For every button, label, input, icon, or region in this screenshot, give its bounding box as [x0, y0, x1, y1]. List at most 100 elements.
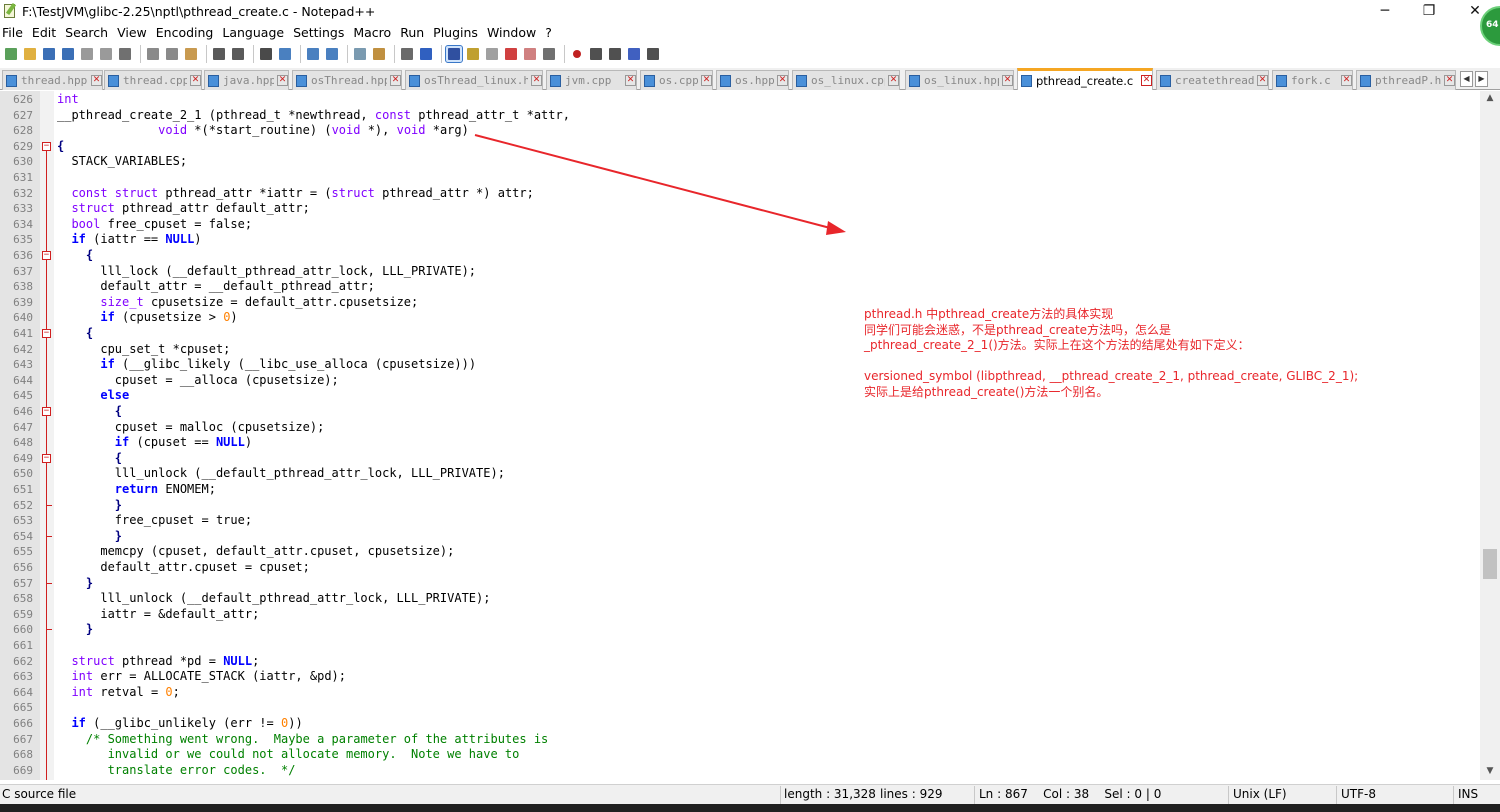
menu-view[interactable]: View [117, 25, 147, 40]
code-line: 631 [0, 170, 1480, 186]
code-line: 657 } [0, 575, 1480, 592]
menu-search[interactable]: Search [65, 25, 108, 40]
show-all-chars-icon[interactable] [418, 46, 434, 62]
menu-language[interactable]: Language [222, 25, 284, 40]
tab-scroll-left-icon[interactable]: ◀ [1460, 71, 1473, 87]
save-icon[interactable] [41, 46, 57, 62]
status-eol: Unix (LF) [1233, 787, 1287, 801]
scroll-down-icon[interactable]: ▼ [1483, 766, 1497, 778]
sync-horizontal-icon[interactable] [371, 46, 387, 62]
minimize-button[interactable]: ─ [1362, 0, 1408, 22]
stop-macro-icon[interactable] [588, 46, 604, 62]
line-number: 657 [13, 576, 33, 590]
open-file-icon[interactable] [22, 46, 38, 62]
tab-java-hpp[interactable]: java.hpp ✕ [204, 70, 289, 90]
close-tab-icon[interactable]: ✕ [1341, 75, 1352, 86]
sync-vertical-icon[interactable] [352, 46, 368, 62]
fold-toggle-icon[interactable]: − [42, 453, 51, 463]
scroll-up-icon[interactable]: ▲ [1483, 93, 1497, 105]
close-tab-icon[interactable]: ✕ [777, 75, 788, 86]
scrollbar-thumb[interactable] [1483, 549, 1497, 579]
zoom-out-icon[interactable] [324, 46, 340, 62]
menu-encoding[interactable]: Encoding [156, 25, 214, 40]
tab-label: thread.cpp [123, 74, 187, 87]
find-icon[interactable] [258, 46, 274, 62]
code-text: if (__glibc_unlikely (err != 0)) [71, 716, 303, 730]
redo-icon[interactable] [230, 46, 246, 62]
close-all-icon[interactable] [98, 46, 114, 62]
function-list-icon[interactable] [503, 46, 519, 62]
code-editor[interactable]: 626 int 627 __pthread_create_2_1 (pthread_t… [0, 91, 1480, 780]
record-macro-icon[interactable] [569, 46, 585, 62]
close-tab-icon[interactable]: ✕ [1257, 75, 1268, 86]
maximize-button[interactable]: ❐ [1406, 0, 1452, 22]
close-icon[interactable] [79, 46, 95, 62]
paste-icon[interactable] [183, 46, 199, 62]
undo-icon[interactable] [211, 46, 227, 62]
close-tab-icon[interactable]: ✕ [625, 75, 636, 86]
menu-help[interactable]: ? [545, 25, 552, 40]
tab-fork-c[interactable]: fork.c ✕ [1272, 70, 1353, 90]
replace-icon[interactable] [277, 46, 293, 62]
tab-osthread-hpp[interactable]: osThread.hpp ✕ [292, 70, 402, 90]
code-text: return ENOMEM; [114, 482, 216, 496]
tab-scroll-right-icon[interactable]: ▶ [1475, 71, 1488, 87]
tab-jvm-cpp[interactable]: jvm.cpp ✕ [546, 70, 637, 90]
user-language-icon[interactable] [465, 46, 481, 62]
tab-os-linux-hpp[interactable]: os_linux.hpp ✕ [905, 70, 1014, 90]
menu-settings[interactable]: Settings [293, 25, 344, 40]
file-tab-icon [108, 74, 119, 87]
menu-file[interactable]: File [2, 25, 23, 40]
copy-icon[interactable] [164, 46, 180, 62]
print-icon[interactable] [117, 46, 133, 62]
close-tab-icon[interactable]: ✕ [190, 75, 201, 86]
menu-plugins[interactable]: Plugins [433, 25, 478, 40]
fold-toggle-icon[interactable]: − [42, 329, 51, 338]
play-macro-icon[interactable] [607, 46, 623, 62]
doc-map-icon[interactable] [484, 46, 500, 62]
close-tab-icon[interactable]: ✕ [390, 75, 401, 86]
close-tab-icon[interactable]: ✕ [888, 75, 899, 86]
toolbar-separator [564, 45, 565, 63]
run-macro-multiple-icon[interactable] [626, 46, 642, 62]
zoom-in-icon[interactable] [305, 46, 321, 62]
close-tab-icon[interactable]: ✕ [277, 75, 288, 86]
monitor-icon[interactable] [541, 46, 557, 62]
tab-createthread-c[interactable]: createthread.c✕ [1156, 70, 1269, 90]
fold-toggle-icon[interactable]: − [42, 407, 51, 416]
menu-macro[interactable]: Macro [353, 25, 391, 40]
file-tab-icon [796, 74, 807, 87]
tab-thread-cpp[interactable]: thread.cpp ✕ [104, 70, 202, 90]
menu-window[interactable]: Window [487, 25, 536, 40]
menu-edit[interactable]: Edit [32, 25, 56, 40]
close-tab-icon[interactable]: ✕ [701, 75, 712, 86]
tab-osthread-linux-hpp[interactable]: osThread_linux.hpp✕ [405, 70, 543, 90]
indent-guide-icon[interactable] [445, 45, 463, 63]
word-wrap-icon[interactable] [399, 46, 415, 62]
tab-os-hpp[interactable]: os.hpp ✕ [716, 70, 789, 90]
save-all-icon[interactable] [60, 46, 76, 62]
tab-os-linux-cpp[interactable]: os_linux.cpp ✕ [792, 70, 900, 90]
vertical-scrollbar[interactable]: ▲ ▼ [1480, 91, 1500, 780]
close-tab-icon[interactable]: ✕ [1002, 75, 1013, 86]
close-tab-icon[interactable]: ✕ [91, 75, 102, 86]
folder-workspace-icon[interactable] [522, 46, 538, 62]
fold-toggle-icon[interactable]: − [42, 141, 51, 151]
fold-end-marker [46, 528, 52, 537]
tab-pthread-create-c[interactable]: pthread_create.c ✕ [1017, 68, 1153, 90]
tab-pthreadp-h[interactable]: pthreadP.h ✕ [1356, 70, 1456, 90]
save-macro-icon[interactable] [645, 46, 661, 62]
tab-thread-hpp[interactable]: thread.hpp ✕ [2, 70, 103, 90]
line-number: 667 [13, 732, 33, 746]
file-tab-icon [1276, 74, 1287, 87]
new-file-icon[interactable] [3, 46, 19, 62]
cut-icon[interactable] [145, 46, 161, 62]
close-tab-icon[interactable]: ✕ [531, 75, 542, 86]
tab-os-cpp[interactable]: os.cpp ✕ [640, 70, 713, 90]
close-tab-icon[interactable]: ✕ [1141, 75, 1152, 86]
line-number: 631 [13, 171, 33, 184]
fold-toggle-icon[interactable]: − [42, 251, 51, 260]
close-tab-icon[interactable]: ✕ [1444, 75, 1455, 86]
menu-run[interactable]: Run [400, 25, 424, 40]
code-text: if (cpuset == NULL) [114, 435, 253, 450]
